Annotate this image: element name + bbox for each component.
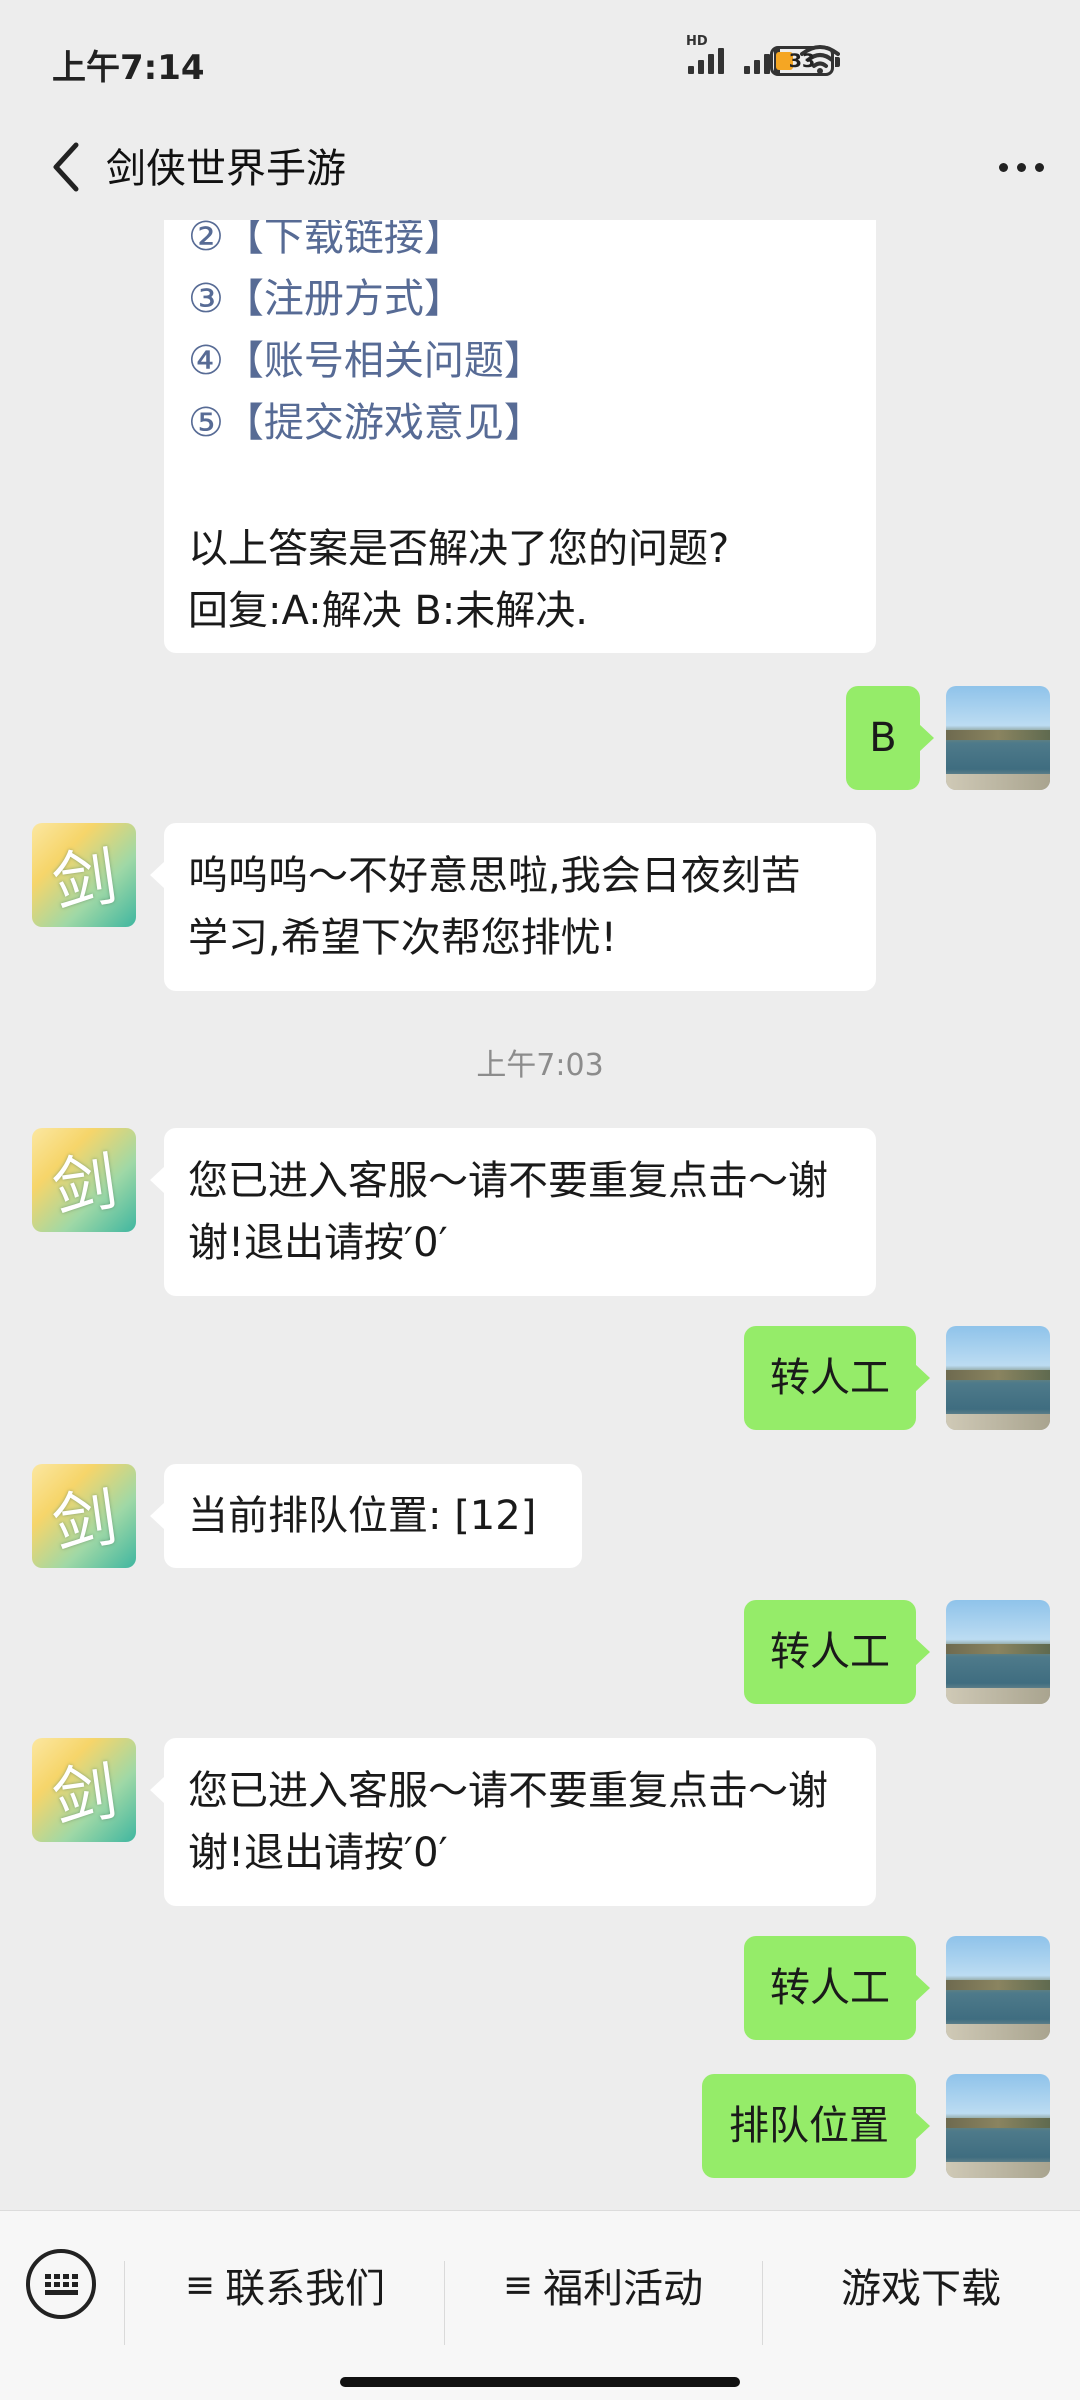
avatar-landscape (946, 1644, 1050, 1654)
service-menu-bar: ≡ 联系我们 ≡ 福利活动 游戏下载 (0, 2210, 1080, 2400)
menu-label: 福利活动 (543, 2266, 704, 2312)
avatar-landscape (946, 1370, 1050, 1380)
message-text: 排队位置 (729, 2103, 889, 2149)
bot-message[interactable]: 当前排队位置: [12] (150, 1464, 582, 1568)
divider (124, 2261, 125, 2345)
home-indicator[interactable] (340, 2377, 740, 2387)
menu-game-download[interactable]: 游戏下载 (762, 2247, 1080, 2323)
user-avatar[interactable] (946, 1326, 1050, 1430)
user-message[interactable]: 转人工 (744, 1936, 930, 2040)
user-message[interactable]: B (846, 686, 934, 790)
menu-welfare-events[interactable]: ≡ 福利活动 (444, 2247, 762, 2323)
message-line: 呜呜呜～不好意思啦,我会日夜刻苦 (188, 853, 801, 899)
menu-link-download[interactable]: ②【下载链接】 (188, 220, 852, 268)
status-time: 上午7:14 (52, 48, 205, 88)
user-message[interactable]: 转人工 (744, 1600, 930, 1704)
bot-avatar-glyph: 剑 (47, 839, 122, 923)
message-question: 以上答案是否解决了您的问题? (188, 526, 730, 572)
more-button[interactable] (986, 132, 1056, 202)
user-avatar[interactable] (946, 2074, 1050, 2178)
user-avatar[interactable] (946, 1600, 1050, 1704)
menu-list-icon: ≡ (184, 2264, 216, 2306)
bot-message[interactable]: 您已进入客服～请不要重复点击～谢 谢!退出请按′0′ (150, 1128, 876, 1296)
bot-avatar-glyph: 剑 (47, 1754, 122, 1838)
menu-link-account[interactable]: ④【账号相关问题】 (188, 330, 852, 392)
user-message[interactable]: 转人工 (744, 1326, 930, 1430)
message-text: 转人工 (770, 1965, 890, 2011)
message-line: 谢!退出请按′0′ (188, 1830, 448, 1876)
menu-contact-us[interactable]: ≡ 联系我们 (126, 2247, 444, 2323)
more-dots-icon (998, 162, 1008, 172)
message-line: 谢!退出请按′0′ (188, 1220, 448, 1266)
message-line: 您已进入客服～请不要重复点击～谢 (188, 1158, 828, 1204)
dot (1016, 162, 1026, 172)
chat-messages[interactable]: ②【下载链接】 ③【注册方式】 ④【账号相关问题】 ⑤【提交游戏意见】 以上答案… (0, 220, 1080, 2210)
battery-tip (835, 57, 840, 67)
chat-header: 剑侠世界手游 (0, 120, 1080, 220)
bot-message[interactable]: 您已进入客服～请不要重复点击～谢 谢!退出请按′0′ (150, 1738, 876, 1906)
user-message[interactable]: 排队位置 (702, 2074, 930, 2178)
menu-link-feedback[interactable]: ⑤【提交游戏意见】 (188, 392, 852, 454)
bot-message[interactable]: 呜呜呜～不好意思啦,我会日夜刻苦 学习,希望下次帮您排忧! (150, 823, 876, 991)
dot (1034, 162, 1044, 172)
bot-avatar[interactable]: 剑 (32, 1464, 136, 1568)
hd-signal-icon: HD (686, 34, 724, 74)
avatar-shore (946, 774, 1050, 790)
message-line: 您已进入客服～请不要重复点击～谢 (188, 1768, 828, 1814)
avatar-shore (946, 2162, 1050, 2178)
bot-avatar-glyph: 剑 (47, 1144, 122, 1228)
menu-label: 游戏下载 (841, 2266, 1001, 2312)
keyboard-icon (44, 2273, 78, 2295)
message-line: 学习,希望下次帮您排忧! (188, 915, 617, 961)
keyboard-toggle-button[interactable] (26, 2249, 96, 2319)
avatar-landscape (946, 2118, 1050, 2128)
user-avatar[interactable] (946, 1936, 1050, 2040)
avatar-shore (946, 1688, 1050, 1704)
chat-timestamp: 上午7:03 (476, 1048, 604, 1083)
battery-level: 33 (788, 50, 816, 72)
menu-list-icon: ≡ (502, 2264, 534, 2306)
hd-label: HD (686, 34, 708, 49)
bot-avatar-glyph: 剑 (47, 1480, 122, 1564)
chat-title: 剑侠世界手游 (106, 146, 346, 192)
avatar-shore (946, 1414, 1050, 1430)
menu-link-register[interactable]: ③【注册方式】 (188, 268, 852, 330)
avatar-landscape (946, 1980, 1050, 1990)
chevron-left-icon (53, 142, 79, 192)
bot-avatar[interactable]: 剑 (32, 1128, 136, 1232)
avatar-shore (946, 2024, 1050, 2040)
message-text: B (869, 715, 897, 761)
message-text: 转人工 (770, 1355, 890, 1401)
battery-icon: 33 (770, 46, 840, 76)
message-text: 转人工 (770, 1629, 890, 1675)
user-avatar[interactable] (946, 686, 1050, 790)
bot-avatar[interactable]: 剑 (32, 1738, 136, 1842)
bot-message[interactable]: ②【下载链接】 ③【注册方式】 ④【账号相关问题】 ⑤【提交游戏意见】 以上答案… (164, 220, 876, 653)
bot-avatar[interactable]: 剑 (32, 823, 136, 927)
message-options: 回复:A:解决 B:未解决. (188, 588, 588, 634)
menu-label: 联系我们 (225, 2266, 386, 2312)
queue-position-text: 当前排队位置: [12] (188, 1493, 537, 1539)
avatar-landscape (946, 730, 1050, 740)
back-button[interactable] (30, 132, 100, 202)
status-bar: 上午7:14 HD 33 (0, 0, 1080, 130)
